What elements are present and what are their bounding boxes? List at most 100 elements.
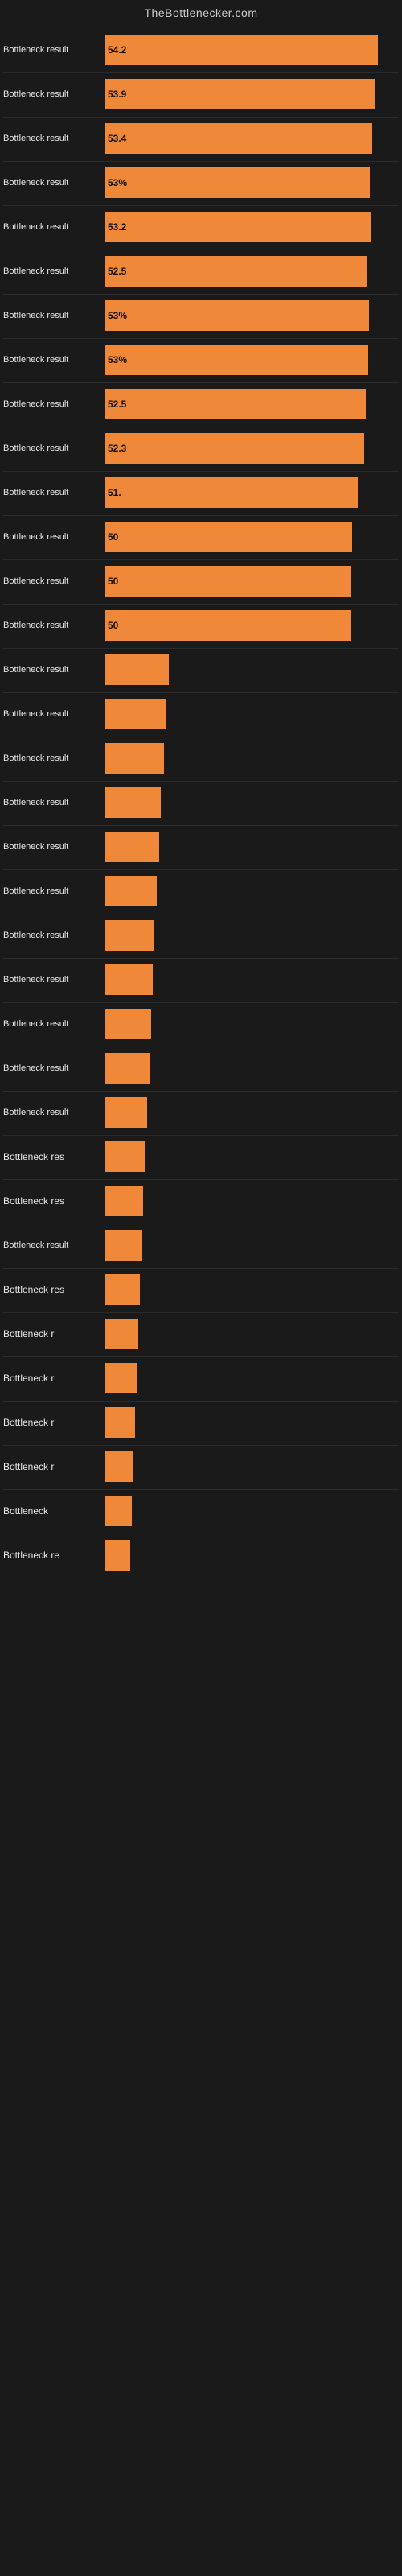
list-item: Bottleneck result bbox=[0, 870, 402, 912]
bar bbox=[105, 654, 169, 685]
list-item: Bottleneck result52.3 bbox=[0, 427, 402, 469]
row-label: Bottleneck bbox=[0, 1505, 105, 1517]
bar-container bbox=[105, 920, 402, 951]
bar-container bbox=[105, 1540, 402, 1571]
list-item: Bottleneck result50 bbox=[0, 516, 402, 558]
bar: 53% bbox=[105, 345, 368, 375]
bar bbox=[105, 832, 159, 862]
bar-container: 52.5 bbox=[105, 256, 402, 287]
bar bbox=[105, 1274, 140, 1305]
bar-container: 52.5 bbox=[105, 389, 402, 419]
bar-container bbox=[105, 1496, 402, 1526]
bar-value-label: 53% bbox=[105, 354, 127, 365]
row-label: Bottleneck result bbox=[0, 886, 105, 896]
row-label: Bottleneck result bbox=[0, 134, 105, 143]
bar-container bbox=[105, 1230, 402, 1261]
bar-value-label: 52.5 bbox=[105, 398, 126, 410]
bar-container bbox=[105, 654, 402, 685]
bar bbox=[105, 1053, 150, 1084]
row-label: Bottleneck r bbox=[0, 1373, 105, 1384]
list-item: Bottleneck result bbox=[0, 959, 402, 1001]
row-label: Bottleneck result bbox=[0, 1241, 105, 1250]
row-label: Bottleneck result bbox=[0, 266, 105, 276]
bar bbox=[105, 1407, 135, 1438]
bar-container bbox=[105, 1451, 402, 1482]
bar bbox=[105, 787, 161, 818]
list-item: Bottleneck result53.9 bbox=[0, 73, 402, 115]
list-item: Bottleneck re bbox=[0, 1534, 402, 1576]
bar: 53% bbox=[105, 300, 369, 331]
list-item: Bottleneck result bbox=[0, 693, 402, 735]
row-label: Bottleneck result bbox=[0, 709, 105, 719]
bar-container: 53.9 bbox=[105, 79, 402, 109]
bar-container: 51. bbox=[105, 477, 402, 508]
bar-container: 50 bbox=[105, 522, 402, 552]
row-label: Bottleneck r bbox=[0, 1328, 105, 1340]
bar: 53.4 bbox=[105, 123, 372, 154]
row-label: Bottleneck re bbox=[0, 1550, 105, 1561]
bar-container bbox=[105, 1009, 402, 1039]
bar bbox=[105, 876, 157, 906]
list-item: Bottleneck result bbox=[0, 1047, 402, 1089]
list-item: Bottleneck res bbox=[0, 1180, 402, 1222]
bar bbox=[105, 920, 154, 951]
bar-container bbox=[105, 832, 402, 862]
list-item: Bottleneck result bbox=[0, 826, 402, 868]
list-item: Bottleneck r bbox=[0, 1313, 402, 1355]
bar: 52.5 bbox=[105, 256, 367, 287]
bar bbox=[105, 1451, 133, 1482]
bar-container: 50 bbox=[105, 610, 402, 641]
list-item: Bottleneck result bbox=[0, 737, 402, 779]
bar bbox=[105, 1186, 143, 1216]
bar: 52.5 bbox=[105, 389, 366, 419]
list-item: Bottleneck res bbox=[0, 1136, 402, 1178]
bar-container bbox=[105, 1053, 402, 1084]
bar-container: 50 bbox=[105, 566, 402, 597]
list-item: Bottleneck r bbox=[0, 1357, 402, 1399]
list-item: Bottleneck result52.5 bbox=[0, 250, 402, 292]
bar-container: 53% bbox=[105, 300, 402, 331]
bar: 52.3 bbox=[105, 433, 364, 464]
row-label: Bottleneck result bbox=[0, 532, 105, 542]
bar-container bbox=[105, 1141, 402, 1172]
bar-container bbox=[105, 1274, 402, 1305]
row-label: Bottleneck result bbox=[0, 355, 105, 365]
bar-container bbox=[105, 1363, 402, 1393]
bar-value-label: 54.2 bbox=[105, 44, 126, 56]
list-item: Bottleneck result53% bbox=[0, 339, 402, 381]
row-label: Bottleneck res bbox=[0, 1195, 105, 1207]
bar-value-label: 53.4 bbox=[105, 133, 126, 144]
bar bbox=[105, 743, 164, 774]
bar-container: 53% bbox=[105, 345, 402, 375]
bar-value-label: 53% bbox=[105, 310, 127, 321]
bar-container bbox=[105, 964, 402, 995]
row-label: Bottleneck result bbox=[0, 178, 105, 188]
list-item: Bottleneck result bbox=[0, 914, 402, 956]
row-label: Bottleneck result bbox=[0, 488, 105, 497]
row-label: Bottleneck res bbox=[0, 1151, 105, 1162]
bar-container: 53.2 bbox=[105, 212, 402, 242]
row-label: Bottleneck result bbox=[0, 1019, 105, 1029]
row-label: Bottleneck result bbox=[0, 45, 105, 55]
bar-container bbox=[105, 699, 402, 729]
bar-container bbox=[105, 1319, 402, 1349]
bar-value-label: 53% bbox=[105, 177, 127, 188]
bar: 54.2 bbox=[105, 35, 378, 65]
row-label: Bottleneck result bbox=[0, 399, 105, 409]
bar bbox=[105, 699, 166, 729]
site-title: TheBottlenecker.com bbox=[0, 0, 402, 29]
row-label: Bottleneck result bbox=[0, 89, 105, 99]
row-label: Bottleneck result bbox=[0, 1063, 105, 1073]
row-label: Bottleneck result bbox=[0, 222, 105, 232]
bar-value-label: 50 bbox=[105, 576, 118, 587]
row-label: Bottleneck result bbox=[0, 665, 105, 675]
bar bbox=[105, 1319, 138, 1349]
row-label: Bottleneck result bbox=[0, 444, 105, 453]
bar-value-label: 50 bbox=[105, 531, 118, 543]
bar: 50 bbox=[105, 610, 351, 641]
list-item: Bottleneck result53% bbox=[0, 295, 402, 336]
list-item: Bottleneck result54.2 bbox=[0, 29, 402, 71]
row-label: Bottleneck result bbox=[0, 975, 105, 985]
list-item: Bottleneck result bbox=[0, 1003, 402, 1045]
bar-value-label: 53.2 bbox=[105, 221, 126, 233]
